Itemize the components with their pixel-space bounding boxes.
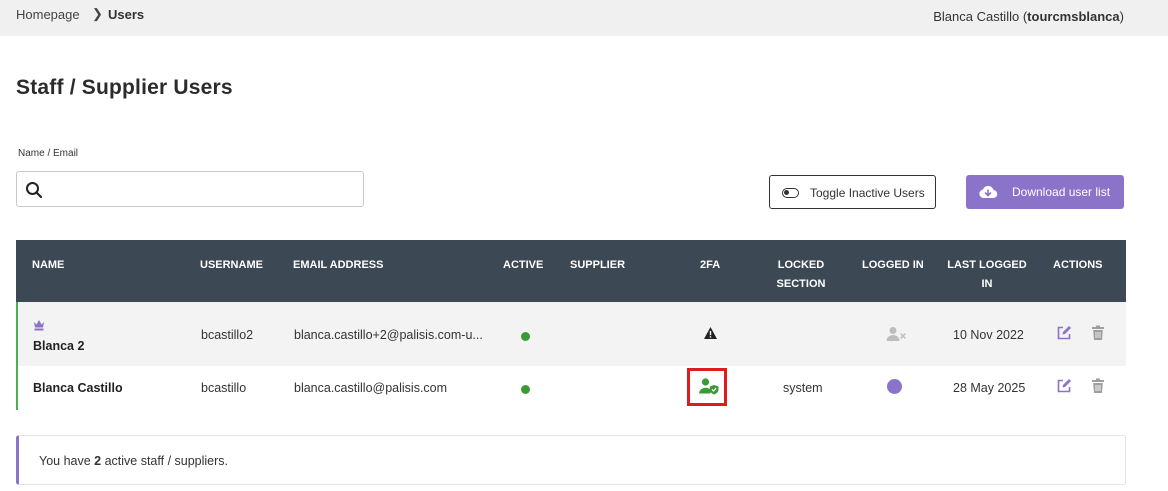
summary-suffix: active staff / suppliers. <box>101 454 229 468</box>
summary-text: You have 2 active staff / suppliers. <box>39 454 228 468</box>
active-status-dot <box>521 385 530 394</box>
column-header-email[interactable]: EMAIL ADDRESS <box>293 256 383 275</box>
edit-icon[interactable] <box>1056 378 1072 394</box>
column-header-supplier[interactable]: SUPPLIER <box>570 256 625 275</box>
column-header-2fa[interactable]: 2FA <box>700 256 720 275</box>
warning-icon[interactable] <box>703 326 718 340</box>
column-header-active[interactable]: ACTIVE <box>503 256 543 275</box>
column-header-actions: ACTIONS <box>1053 259 1103 271</box>
table-header: NAME USERNAME EMAIL ADDRESS ACTIVE SUPPL… <box>16 240 1126 302</box>
last-logged-in-date: 28 May 2025 <box>953 381 1026 395</box>
breadcrumb-home-link[interactable]: Homepage <box>16 7 80 22</box>
column-header-username[interactable]: USERNAME <box>200 256 263 275</box>
edit-icon[interactable] <box>1056 325 1072 341</box>
highlight-box <box>687 368 727 406</box>
table-row: Blanca 2 bcastillo2 blanca.castillo+2@pa… <box>16 302 1126 366</box>
breadcrumb-chevron-icon: ❯ <box>92 6 103 21</box>
last-logged-in-date: 10 Nov 2022 <box>953 328 1024 342</box>
download-user-list-button[interactable]: Download user list <box>966 175 1124 209</box>
cloud-download-icon <box>979 185 998 199</box>
column-header-locked-line2: SECTION <box>776 278 826 290</box>
summary-notice: You have 2 active staff / suppliers. <box>16 435 1126 485</box>
toggle-inactive-users-label: Toggle Inactive Users <box>810 186 925 200</box>
column-header-last-logged-in[interactable]: LAST LOGGED IN <box>941 256 1033 294</box>
user-email: blanca.castillo+2@palisis.com-u... <box>294 328 483 342</box>
search-input[interactable] <box>53 178 357 202</box>
current-user-username: tourcmsblanca <box>1027 9 1120 24</box>
column-header-locked-line1: LOCKED <box>777 259 825 271</box>
breadcrumb-current: Users <box>108 7 145 22</box>
download-user-list-label: Download user list <box>1012 185 1111 199</box>
user-username: bcastillo <box>201 381 247 395</box>
delete-icon[interactable] <box>1091 378 1105 394</box>
toggle-switch-icon <box>782 188 799 198</box>
current-user-info[interactable]: Blanca Castillo (tourcmsblanca) <box>933 9 1124 24</box>
active-status-dot <box>521 332 530 341</box>
user-username: bcastillo2 <box>201 328 254 342</box>
user-name[interactable]: Blanca 2 <box>33 339 84 353</box>
search-label: Name / Email <box>18 148 79 159</box>
locked-section-value: system <box>783 381 823 395</box>
table-row: Blanca Castillo bcastillo blanca.castill… <box>16 366 1126 410</box>
user-name[interactable]: Blanca Castillo <box>33 381 123 395</box>
delete-icon[interactable] <box>1091 325 1105 341</box>
column-header-last-logged-line2: IN <box>981 278 993 290</box>
column-header-logged-in[interactable]: LOGGED IN <box>862 256 924 275</box>
user-logged-out-icon <box>886 327 906 341</box>
search-field[interactable] <box>16 171 364 207</box>
online-status-dot <box>887 379 902 394</box>
search-icon <box>26 182 43 199</box>
top-bar: Homepage ❯ Users Blanca Castillo (tourcm… <box>0 0 1168 36</box>
crown-icon <box>34 320 44 331</box>
user-email: blanca.castillo@palisis.com <box>294 381 448 395</box>
column-header-last-logged-line1: LAST LOGGED <box>947 259 1027 271</box>
column-header-locked-section[interactable]: LOCKED SECTION <box>771 256 831 294</box>
current-user-name: Blanca Castillo <box>933 9 1020 24</box>
page-title: Staff / Supplier Users <box>16 76 233 99</box>
toggle-inactive-users-button[interactable]: Toggle Inactive Users <box>769 175 936 209</box>
summary-prefix: You have <box>39 454 95 468</box>
column-header-name[interactable]: NAME <box>32 256 64 275</box>
